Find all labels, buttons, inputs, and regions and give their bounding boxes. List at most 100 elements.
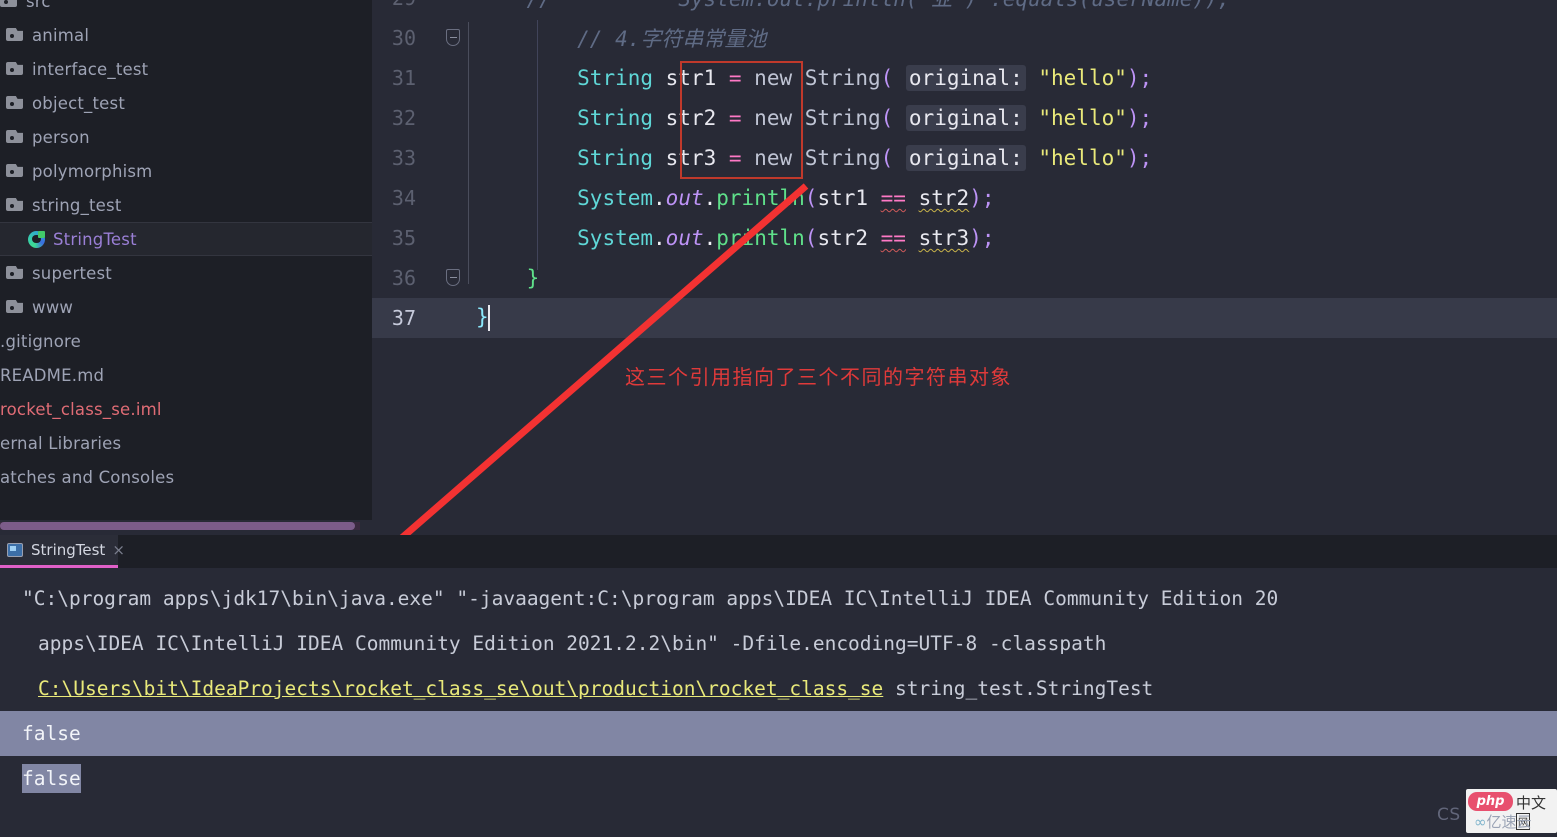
code-token: ==	[880, 226, 906, 250]
line-number: 31	[391, 66, 416, 90]
code-token: .	[653, 226, 666, 250]
yisuyun-text: 亿速云	[1486, 813, 1532, 831]
console-classpath-link[interactable]: C:\Users\bit\IdeaProjects\rocket_class_s…	[38, 677, 883, 700]
fold-gutter[interactable]	[428, 18, 468, 58]
fold-gutter[interactable]	[428, 58, 468, 98]
code-line-34[interactable]: 34 System.out.println(str1 == str2);	[372, 178, 1557, 218]
code-token: out	[665, 186, 704, 210]
tree-item-animal[interactable]: animal	[0, 18, 372, 52]
tree-item-label: string_test	[32, 195, 122, 215]
tree-item-label: supertest	[32, 263, 112, 283]
line-number: 35	[391, 226, 416, 250]
run-tool-window[interactable]: StringTest × "C:\program apps\jdk17\bin\…	[0, 535, 1557, 837]
code-text[interactable]: // System.out.println( 亚 ) .equals(userN…	[468, 0, 1557, 13]
tree-item-string-test[interactable]: string_test	[0, 188, 372, 222]
tree-item-polymorphism[interactable]: polymorphism	[0, 154, 372, 188]
code-token: String	[804, 146, 881, 170]
sidebar-scrollbar-thumb[interactable]	[0, 522, 355, 530]
code-token: );	[1126, 66, 1153, 90]
tree-item-object-test[interactable]: object_test	[0, 86, 372, 120]
code-line-33[interactable]: 33 String str3 = new String( original: "…	[372, 138, 1557, 178]
code-token: (	[804, 226, 818, 250]
code-token: original:	[905, 65, 1026, 91]
run-tab-stringtest[interactable]: StringTest ×	[0, 535, 125, 568]
code-line-31[interactable]: 31 String str1 = new String( original: "…	[372, 58, 1557, 98]
console-output[interactable]: "C:\program apps\jdk17\bin\java.exe" "-j…	[0, 568, 1557, 801]
code-line-30[interactable]: 30 // 4.字符串常量池	[372, 18, 1557, 58]
code-line-36[interactable]: 36 }	[372, 258, 1557, 298]
console-output-value: false	[22, 722, 81, 745]
tree-item-stringtest[interactable]: StringTest	[0, 222, 372, 256]
tree-item-www[interactable]: www	[0, 290, 372, 324]
code-token: println	[716, 186, 805, 210]
run-tab-bar[interactable]: StringTest ×	[0, 535, 1557, 568]
fold-gutter[interactable]	[428, 178, 468, 218]
code-token: =	[716, 106, 755, 130]
code-text[interactable]: }	[468, 266, 1557, 290]
code-text[interactable]: String str3 = new String( original: "hel…	[468, 145, 1557, 171]
text-caret	[487, 305, 490, 331]
tree-item-interface-test[interactable]: interface_test	[0, 52, 372, 86]
code-token: .	[703, 186, 717, 210]
run-tab-label: StringTest	[31, 541, 106, 559]
tree-item-readme-md[interactable]: README.md	[0, 358, 372, 392]
tree-item-label: atches and Consoles	[0, 467, 175, 487]
project-tool-window[interactable]: src animal interface_test object_testperson…	[0, 0, 372, 520]
fold-gutter[interactable]	[428, 98, 468, 138]
sidebar-horizontal-scrollbar[interactable]	[0, 522, 360, 530]
code-line-32[interactable]: 32 String str2 = new String( original: "…	[372, 98, 1557, 138]
php-badge: php	[1468, 792, 1513, 811]
fold-gutter[interactable]	[428, 0, 468, 18]
java-class-icon	[28, 230, 45, 248]
tree-item-gitignore[interactable]: .gitignore	[0, 324, 372, 358]
code-text[interactable]: // 4.字符串常量池	[468, 23, 1557, 53]
code-text[interactable]: String str2 = new String( original: "hel…	[468, 105, 1557, 131]
close-icon[interactable]: ×	[112, 542, 125, 558]
code-token: "hello"	[1038, 106, 1127, 130]
tree-item-label: rocket_class_se.iml	[0, 399, 162, 419]
console-output-line: false	[0, 756, 1557, 801]
tree-item-src[interactable]: src	[0, 0, 372, 18]
code-line-35[interactable]: 35 System.out.println(str2 == str3);	[372, 218, 1557, 258]
tree-item-rocket-class-se-iml[interactable]: rocket_class_se.iml	[0, 392, 372, 426]
code-token: String	[577, 66, 654, 90]
tree-item-ernal-libraries[interactable]: ernal Libraries	[0, 426, 372, 460]
line-number: 32	[391, 106, 416, 130]
code-token: );	[969, 186, 995, 210]
folder-icon	[6, 300, 23, 314]
code-text[interactable]: System.out.println(str1 == str2);	[468, 186, 1557, 210]
code-token: str3	[918, 226, 970, 250]
tree-item-atches-and-consoles[interactable]: atches and Consoles	[0, 460, 372, 494]
tree-item-label: object_test	[32, 93, 125, 113]
fold-gutter[interactable]	[428, 138, 468, 178]
fold-gutter[interactable]	[428, 218, 468, 258]
folder-icon	[6, 28, 23, 42]
php-zh-text: 中文	[1516, 794, 1547, 812]
code-editor[interactable]: 29 // System.out.println( 亚 ) .equals(us…	[372, 0, 1557, 535]
code-line-29[interactable]: 29 // System.out.println( 亚 ) .equals(us…	[372, 0, 1557, 18]
code-fold-icon[interactable]	[446, 29, 460, 46]
code-text[interactable]: System.out.println(str2 == str3);	[468, 226, 1557, 250]
tree-item-label: person	[32, 127, 90, 147]
fold-gutter[interactable]	[428, 258, 468, 298]
code-text[interactable]: String str1 = new String( original: "hel…	[468, 65, 1557, 91]
code-text[interactable]: }	[468, 305, 1557, 331]
fold-gutter[interactable]	[428, 298, 468, 338]
tree-item-supertest[interactable]: supertest	[0, 256, 372, 290]
run-configuration-icon	[7, 543, 23, 557]
code-fold-icon[interactable]	[446, 269, 460, 286]
code-token: str2	[918, 186, 970, 210]
code-token: str2	[653, 106, 717, 130]
console-output-value: false	[22, 764, 81, 793]
code-line-37[interactable]: 37}	[372, 298, 1557, 338]
tree-item-person[interactable]: person	[0, 120, 372, 154]
code-token: =	[716, 146, 755, 170]
code-lines-container[interactable]: 29 // System.out.println( 亚 ) .equals(us…	[372, 0, 1557, 338]
code-token: );	[1126, 146, 1153, 170]
